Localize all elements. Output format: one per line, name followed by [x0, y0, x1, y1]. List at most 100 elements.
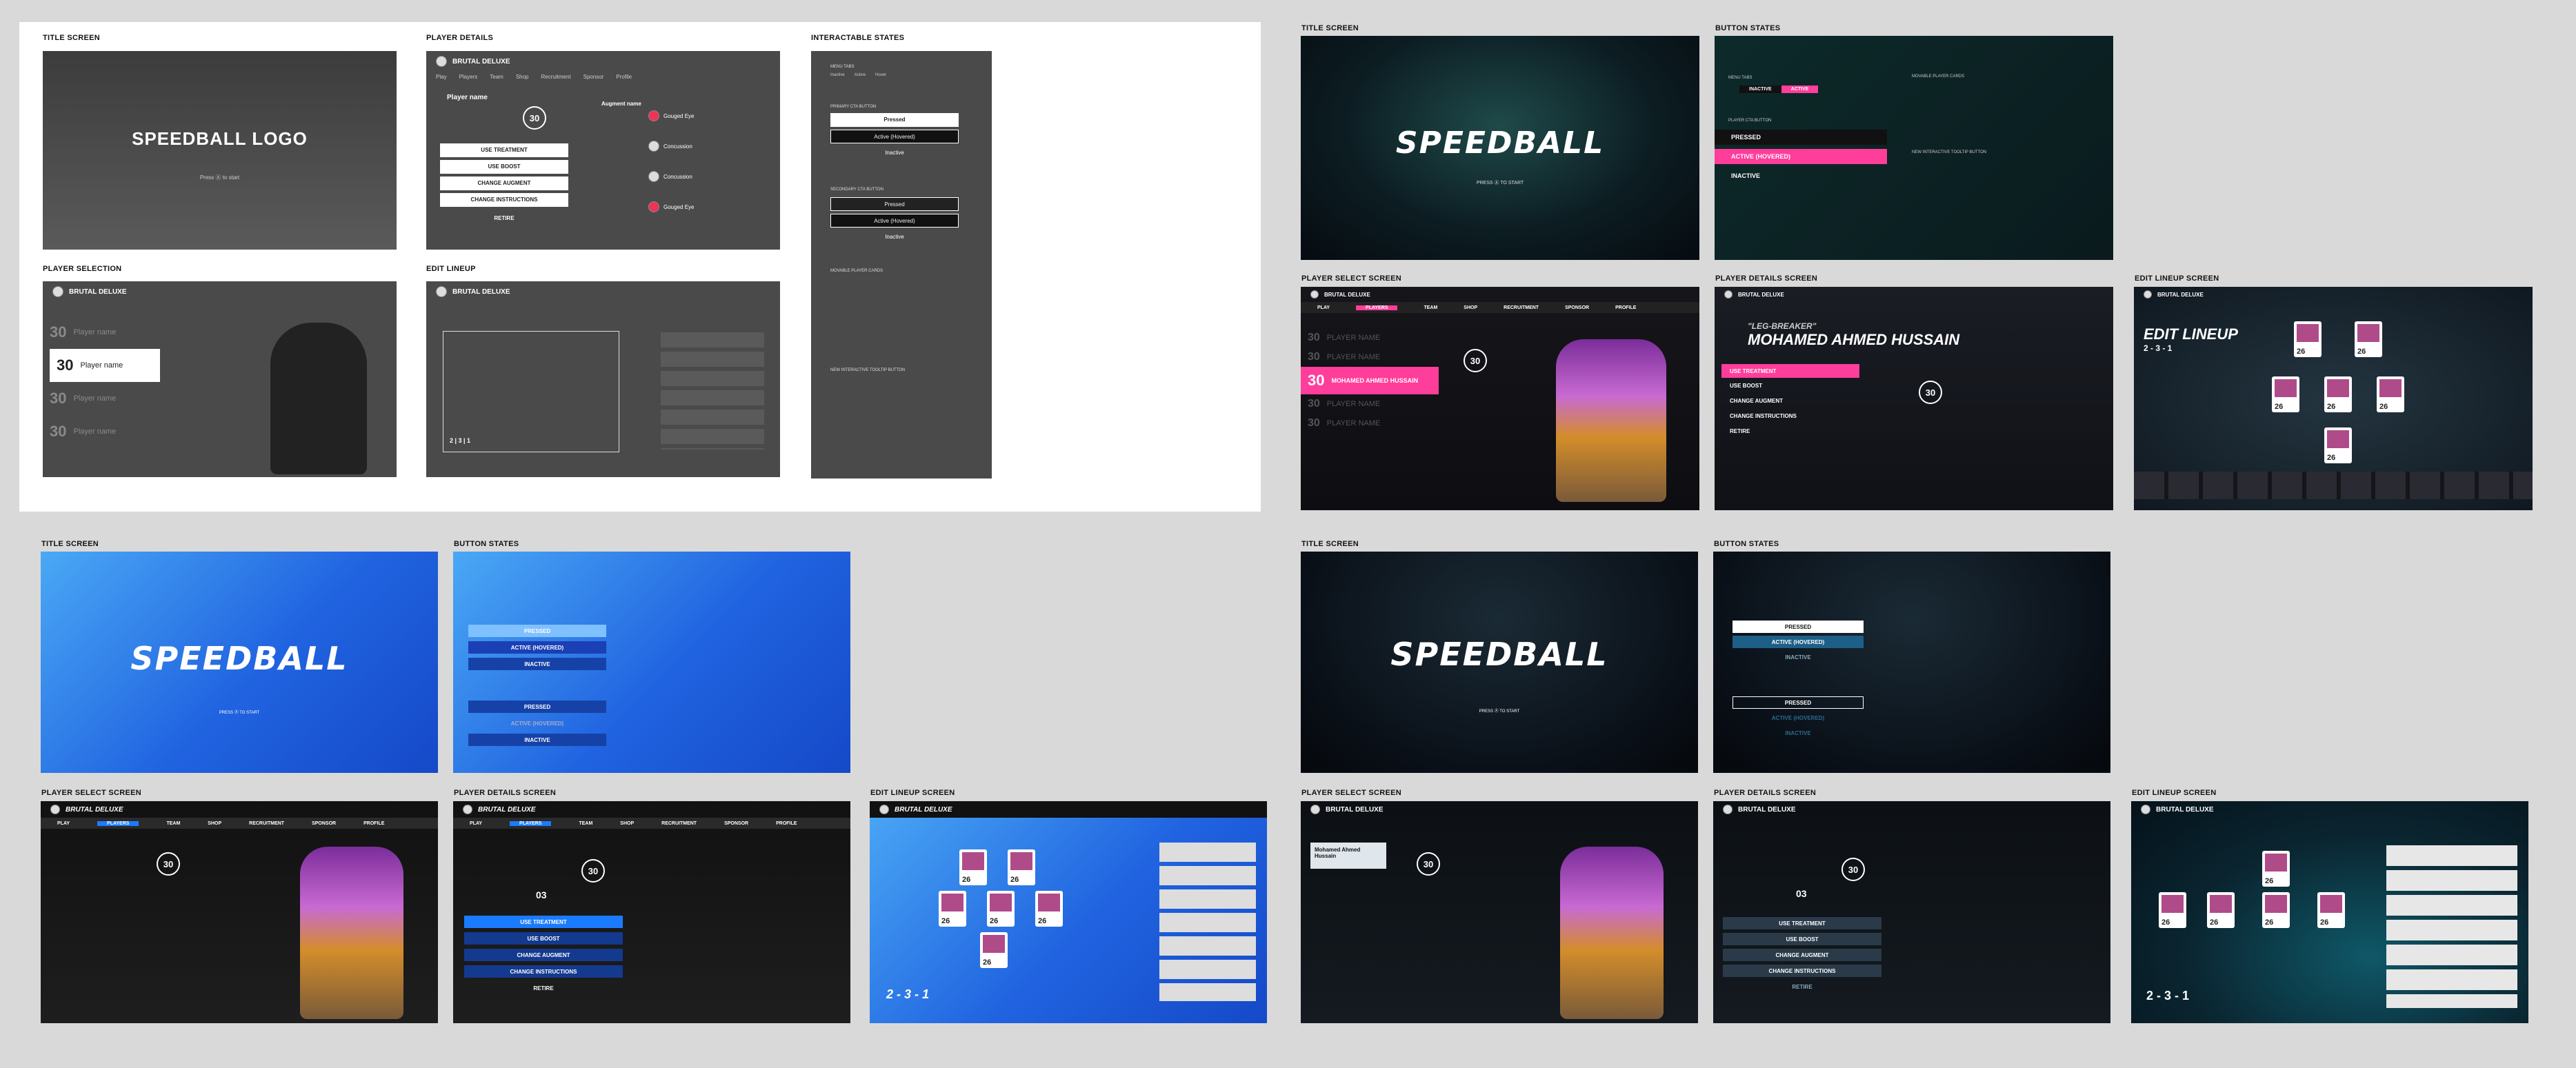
menu-team[interactable]: TEAM: [1424, 305, 1437, 310]
active-bar[interactable]: ACTIVE (HOVERED): [468, 717, 606, 729]
team-name: BRUTAL DELUXE: [1738, 805, 1796, 814]
use-treatment-button[interactable]: USE TREATMENT: [1721, 364, 1859, 378]
tab-active[interactable]: ACTIVE: [1781, 85, 1819, 93]
retire-button[interactable]: RETIRE: [1723, 980, 1881, 993]
menu-players[interactable]: PLAYERS: [1356, 305, 1398, 310]
cta-stack: PRESSED ACTIVE (HOVERED) INACTIVE: [468, 625, 606, 670]
player-card[interactable]: 26: [939, 891, 966, 927]
change-instructions-button[interactable]: CHANGE INSTRUCTIONS: [1723, 965, 1881, 977]
dark-title-heading: TITLE SCREEN: [1301, 540, 1359, 548]
player-card[interactable]: 26: [2272, 376, 2299, 412]
player-card[interactable]: 26: [2355, 321, 2382, 357]
use-treatment-button[interactable]: USE TREATMENT: [1723, 917, 1881, 929]
tab-team[interactable]: Team: [490, 74, 503, 80]
pressed-bar[interactable]: PRESSED: [1733, 621, 1864, 633]
player-number-hex: 30: [581, 859, 605, 883]
list-item[interactable]: 30 Player name: [43, 382, 160, 415]
formation-label: 2 - 3 - 1: [2146, 989, 2190, 1002]
tooltip-label: NEW INTERACTIVE TOOLTIP BUTTON: [1912, 150, 1987, 154]
player-card[interactable]: 26: [959, 849, 987, 885]
cta-label: PLAYER CTA BUTTON: [1728, 119, 1772, 123]
menu-play[interactable]: PLAY: [1317, 305, 1330, 310]
change-augment-button[interactable]: CHANGE AUGMENT: [1721, 393, 1859, 408]
list-item[interactable]: 30 Player name: [43, 415, 160, 448]
retire-button[interactable]: RETIRE: [464, 982, 623, 994]
use-treatment-button[interactable]: USE TREATMENT: [440, 143, 568, 157]
player-card[interactable]: 26: [2324, 376, 2352, 412]
wf-edit-lineup: BRUTAL DELUXE 2 | 3 | 1: [426, 281, 780, 477]
change-augment-button[interactable]: CHANGE AUGMENT: [464, 949, 623, 961]
pressed-button[interactable]: Pressed: [830, 113, 959, 127]
retire-button[interactable]: RETIRE: [1721, 423, 1859, 439]
menu-shop[interactable]: SHOP: [1464, 305, 1477, 310]
change-instructions-button[interactable]: CHANGE INSTRUCTIONS: [1721, 408, 1859, 423]
pressed-bar[interactable]: PRESSED: [468, 701, 606, 713]
active-bar[interactable]: ACTIVE (HOVERED): [1715, 149, 1887, 164]
player-card[interactable]: 26: [2294, 321, 2322, 357]
pressed-secondary[interactable]: Pressed: [830, 197, 959, 211]
wf-player-details: BRUTAL DELUXE Play Players Team Shop Recruit…: [426, 51, 780, 250]
menu-profile[interactable]: PROFILE: [1615, 305, 1636, 310]
tab-inactive[interactable]: INACTIVE: [1739, 85, 1781, 93]
team-name: BRUTAL DELUXE: [66, 805, 123, 814]
list-item-selected[interactable]: 30 MOHAMED AHMED HUSSAIN: [1301, 367, 1439, 394]
player-card[interactable]: 26: [2159, 892, 2186, 928]
pressed-bar[interactable]: PRESSED: [1715, 130, 1887, 145]
player-card[interactable]: 26: [987, 891, 1015, 927]
player-card[interactable]: 26: [1035, 891, 1063, 927]
tab-shop[interactable]: Shop: [516, 74, 529, 80]
change-augment-button[interactable]: CHANGE AUGMENT: [1723, 949, 1881, 961]
selected-player[interactable]: Mohamed Ahmed Hussain: [1310, 843, 1386, 869]
inactive-bar[interactable]: INACTIVE: [468, 734, 606, 746]
list-item[interactable]: 30 Player name: [43, 316, 160, 349]
active-bar[interactable]: ACTIVE (HOVERED): [1733, 636, 1864, 648]
player-card[interactable]: 26: [2262, 892, 2290, 928]
menu-recruitment[interactable]: RECRUITMENT: [1504, 305, 1539, 310]
tab-recruitment[interactable]: Recruitment: [541, 74, 571, 80]
tab-sponsor[interactable]: Sponsor: [583, 74, 604, 80]
retire-button[interactable]: RETIRE: [440, 215, 568, 221]
neon-details-heading: PLAYER DETAILS SCREEN: [1715, 274, 1818, 283]
inactive-button[interactable]: Inactive: [830, 146, 959, 160]
inactive-bar[interactable]: INACTIVE: [1715, 168, 1887, 183]
pressed-bar[interactable]: PRESSED: [468, 625, 606, 637]
speedball-logo: SPEEDBALL: [130, 640, 348, 677]
active-bar[interactable]: ACTIVE (HOVERED): [468, 641, 606, 654]
active-hovered-button[interactable]: Active (Hovered): [830, 130, 959, 143]
use-boost-button[interactable]: USE BOOST: [440, 160, 568, 174]
inactive-bar[interactable]: INACTIVE: [1733, 727, 1864, 739]
inactive-bar[interactable]: INACTIVE: [1733, 651, 1864, 663]
change-augment-button[interactable]: CHANGE AUGMENT: [440, 177, 568, 190]
neon-buttons-heading: BUTTON STATES: [1715, 24, 1781, 32]
primary-buttons: Pressed Active (Hovered) Inactive: [830, 113, 959, 160]
menu-sponsor[interactable]: SPONSOR: [1565, 305, 1589, 310]
use-boost-button[interactable]: USE BOOST: [464, 932, 623, 945]
tab-players[interactable]: Players: [459, 74, 478, 80]
tooltip-label: NEW INTERACTIVE TOOLTIP BUTTON: [830, 368, 906, 372]
neon-player-details: BRUTAL DELUXE "LEG-BREAKER" MOHAMED AHME…: [1715, 287, 2113, 510]
tab-profile[interactable]: Profile: [616, 74, 632, 80]
skill-item: Gouged Eye: [648, 101, 772, 131]
pressed-bar[interactable]: PRESSED: [1733, 696, 1864, 709]
list-item-selected[interactable]: 30 Player name: [50, 349, 160, 382]
inactive-bar[interactable]: INACTIVE: [468, 658, 606, 670]
player-card[interactable]: 26: [2377, 376, 2404, 412]
player-card[interactable]: 26: [2317, 892, 2345, 928]
main-menu: PLAY PLAYERS TEAM SHOP RECRUITMENT SPONSOR PRO…: [453, 818, 850, 829]
player-card[interactable]: 26: [980, 932, 1008, 968]
use-boost-button[interactable]: USE BOOST: [1723, 933, 1881, 945]
use-boost-button[interactable]: USE BOOST: [1721, 378, 1859, 393]
inactive-secondary[interactable]: Inactive: [830, 230, 959, 244]
player-card[interactable]: 26: [1008, 849, 1035, 885]
player-card[interactable]: 26: [2262, 851, 2290, 887]
tab-play[interactable]: Play: [436, 74, 447, 80]
active-secondary[interactable]: Active (Hovered): [830, 214, 959, 228]
use-treatment-button[interactable]: USE TREATMENT: [464, 916, 623, 928]
player-card[interactable]: 26: [2207, 892, 2235, 928]
change-instructions-button[interactable]: CHANGE INSTRUCTIONS: [440, 193, 568, 207]
dark-edit-lineup: BRUTAL DELUXE 2 - 3 - 1 26 26 26 26 26: [2131, 801, 2528, 1023]
change-instructions-button[interactable]: CHANGE INSTRUCTIONS: [464, 965, 623, 978]
blue-edit-lineup: BRUTAL DELUXE 2 - 3 - 1 26 26 26 26 26 2…: [870, 801, 1267, 1023]
active-bar[interactable]: ACTIVE (HOVERED): [1733, 712, 1864, 724]
player-card[interactable]: 26: [2324, 427, 2352, 463]
